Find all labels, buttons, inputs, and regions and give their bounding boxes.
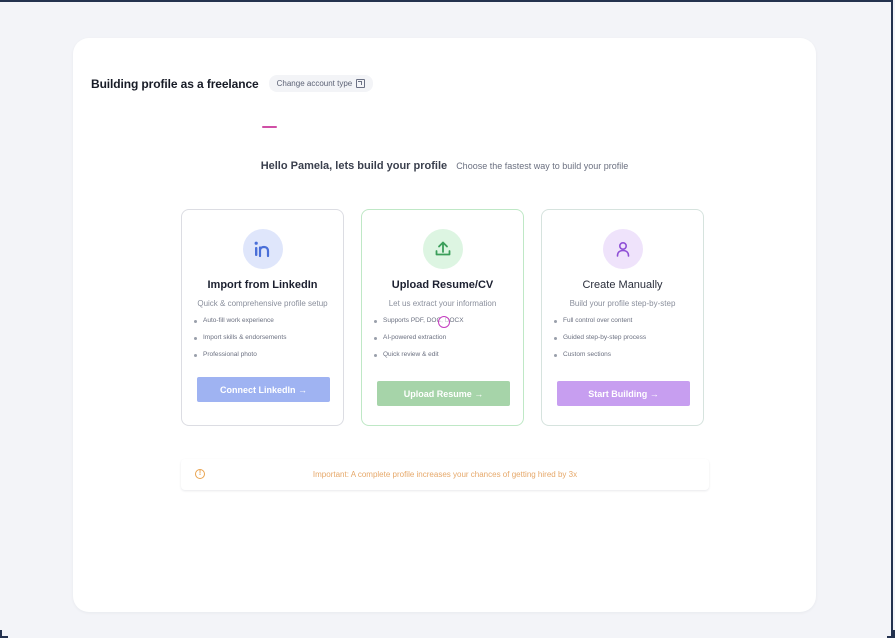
change-account-type-button[interactable]: Change account type <box>268 75 374 92</box>
option-title: Import from LinkedIn <box>207 279 318 291</box>
upload-icon <box>422 229 463 269</box>
important-notice: ! Important: A complete profile increase… <box>181 459 709 490</box>
option-card-linkedin[interactable]: Import from LinkedIn Quick & comprehensi… <box>181 209 344 426</box>
header-row: Building profile as a freelance Change a… <box>91 75 374 92</box>
notice-text: Important: A complete profile increases … <box>312 470 578 479</box>
start-building-button[interactable]: Start Building → <box>557 381 690 406</box>
greeting: Hello Pamela, lets build your profile Ch… <box>73 160 816 172</box>
greeting-title: Hello Pamela, lets build your profile <box>260 160 448 172</box>
feature-item: Quick review & edit <box>374 351 523 359</box>
change-account-type-label: Change account type <box>276 79 353 88</box>
option-description: Quick & comprehensive profile setup <box>197 299 328 308</box>
feature-item: Import skills & endorsements <box>194 334 343 342</box>
user-icon <box>602 229 643 269</box>
progress-indicator <box>262 126 277 128</box>
feature-item: Auto-fill work experience <box>194 317 343 325</box>
frame-corner <box>0 630 8 638</box>
feature-list: Full control over content Guided step-by… <box>542 317 703 359</box>
option-description: Build your profile step-by-step <box>569 299 676 308</box>
feature-item: Guided step-by-step process <box>554 334 703 342</box>
cursor-indicator <box>438 316 450 328</box>
linkedin-icon <box>242 229 283 269</box>
frame-corner <box>887 630 895 638</box>
feature-list: Auto-fill work experience Import skills … <box>182 317 343 359</box>
feature-item: Professional photo <box>194 351 343 359</box>
option-title: Upload Resume/CV <box>391 279 494 291</box>
option-card-manual[interactable]: Create Manually Build your profile step-… <box>541 209 704 426</box>
feature-item: Full control over content <box>554 317 703 325</box>
feature-item: AI-powered extraction <box>374 334 523 342</box>
connect-linkedin-button[interactable]: Connect LinkedIn → <box>197 377 330 402</box>
page-title: Building profile as a freelance <box>91 76 259 91</box>
option-description: Let us extract your information <box>388 299 497 308</box>
upload-resume-button[interactable]: Upload Resume → <box>377 381 510 406</box>
greeting-subtitle: Choose the fastest way to build your pro… <box>456 161 629 171</box>
external-link-icon <box>356 79 366 88</box>
option-title: Create Manually <box>582 279 663 291</box>
feature-item: Custom sections <box>554 351 703 359</box>
